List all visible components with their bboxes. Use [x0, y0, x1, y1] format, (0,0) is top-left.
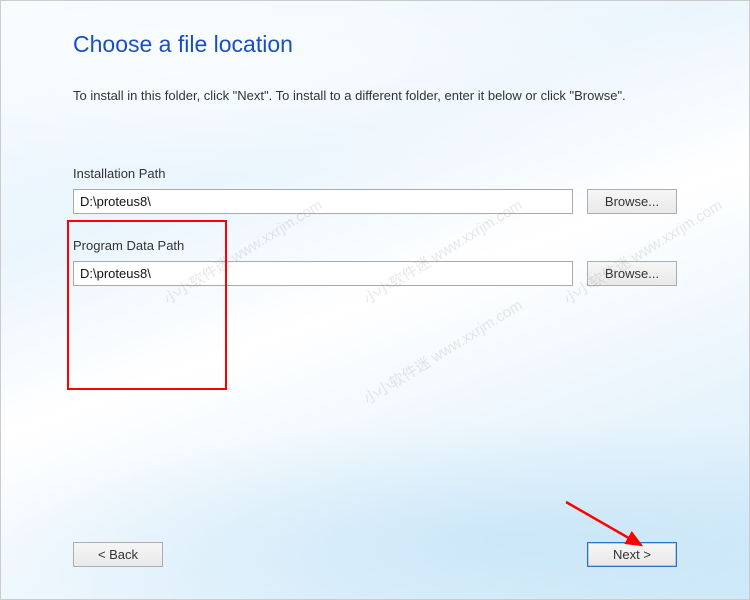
install-path-label: Installation Path: [73, 166, 677, 181]
install-path-input[interactable]: [73, 189, 573, 214]
page-title: Choose a file location: [73, 31, 677, 58]
data-path-browse-button[interactable]: Browse...: [587, 261, 677, 286]
instruction-text: To install in this folder, click "Next".…: [73, 86, 677, 106]
install-path-browse-button[interactable]: Browse...: [587, 189, 677, 214]
next-button[interactable]: Next >: [587, 542, 677, 567]
data-path-input[interactable]: [73, 261, 573, 286]
watermark-text: 小小软件迷 www.xxrjm.com: [359, 294, 526, 409]
data-path-label: Program Data Path: [73, 238, 677, 253]
install-path-group: Installation Path Browse...: [73, 166, 677, 214]
back-button[interactable]: < Back: [73, 542, 163, 567]
data-path-group: Program Data Path Browse...: [73, 238, 677, 286]
